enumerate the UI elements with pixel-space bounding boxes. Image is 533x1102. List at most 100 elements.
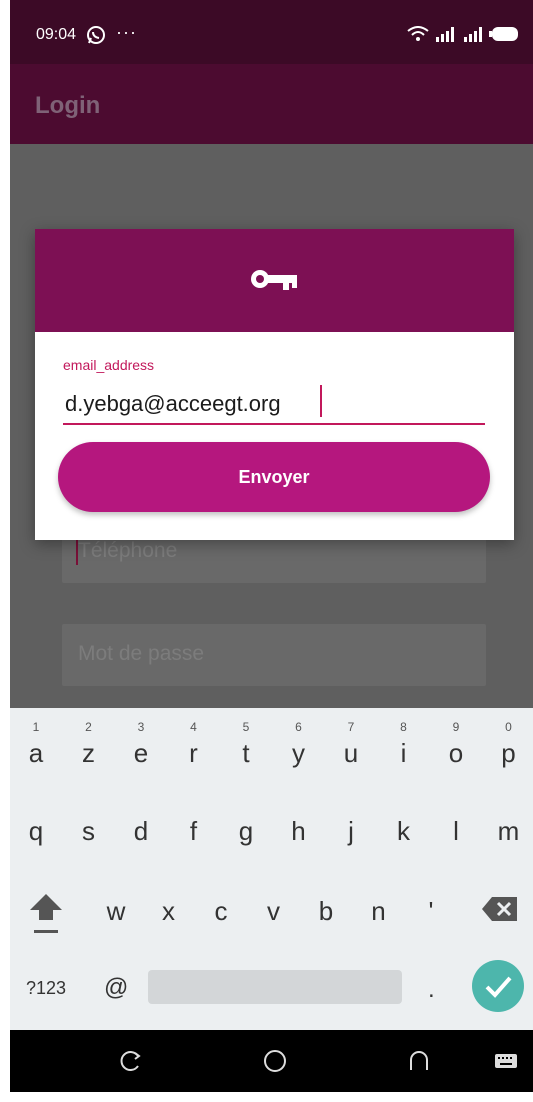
key-i[interactable]: 8i — [380, 714, 428, 784]
key-k[interactable]: k — [380, 792, 428, 862]
key-m[interactable]: m — [485, 792, 533, 862]
wifi-icon — [407, 26, 429, 41]
signal-icon — [464, 27, 482, 42]
key-label: h — [291, 816, 306, 846]
shift-icon[interactable] — [26, 890, 66, 936]
key-s[interactable]: s — [65, 792, 113, 862]
key-n[interactable]: n — [355, 872, 403, 942]
password-placeholder: Mot de passe — [78, 642, 205, 665]
home-icon[interactable] — [262, 1048, 288, 1074]
key-label: s — [82, 816, 95, 846]
key-u[interactable]: 7u — [327, 714, 375, 784]
key-o[interactable]: 9o — [432, 714, 480, 784]
key-number-hint: 2 — [85, 720, 92, 734]
key-apostrophe[interactable]: ' — [407, 872, 455, 942]
key-number-hint: 7 — [347, 720, 355, 734]
key-q[interactable]: q — [12, 792, 60, 862]
email-input[interactable] — [63, 385, 485, 425]
app-bar: Login — [10, 64, 533, 144]
key-label: n — [371, 896, 386, 926]
key-label: e — [133, 738, 149, 768]
key-label: y — [292, 738, 305, 768]
key-x[interactable]: x — [145, 872, 193, 942]
key-label: i — [400, 738, 407, 768]
key-label: k — [397, 816, 410, 846]
navigation-bar — [10, 1030, 533, 1092]
key-g[interactable]: g — [222, 792, 270, 862]
key-label: ' — [428, 896, 434, 926]
key-label: c — [214, 896, 228, 926]
whatsapp-icon — [87, 26, 105, 44]
key-w[interactable]: w — [92, 872, 140, 942]
phone-screen: 09:04 ··· Login Téléphone Mot de passe e… — [0, 0, 533, 1102]
backspace-icon[interactable] — [480, 894, 520, 924]
status-time: 09:04 — [36, 26, 77, 43]
key-number-hint: 9 — [452, 720, 460, 734]
key-e[interactable]: 3e — [117, 714, 165, 784]
key-p[interactable]: 0p — [485, 714, 533, 784]
key-number-hint: 0 — [505, 720, 512, 734]
key-d[interactable]: d — [117, 792, 165, 862]
recent-apps-icon[interactable] — [118, 1048, 144, 1074]
status-icons — [407, 26, 519, 42]
status-bar: 09:04 ··· — [10, 0, 533, 64]
email-dialog: email_address Envoyer — [35, 229, 514, 540]
key-icon — [251, 270, 297, 290]
email-field-label: email_address — [63, 357, 155, 373]
dialog-header — [35, 229, 514, 332]
page-title: Login — [35, 92, 101, 119]
space-key[interactable] — [148, 970, 402, 1004]
text-cursor — [320, 385, 322, 417]
key-z[interactable]: 2z — [65, 714, 113, 784]
key-t[interactable]: 5t — [222, 714, 270, 784]
key-a[interactable]: 1a — [12, 714, 60, 784]
key-label: o — [448, 738, 464, 768]
done-key[interactable] — [472, 960, 524, 1012]
key-b[interactable]: b — [302, 872, 350, 942]
key-label: g — [238, 816, 254, 846]
back-icon[interactable] — [406, 1048, 432, 1074]
key-label: m — [497, 816, 520, 846]
phone-placeholder: Téléphone — [78, 539, 178, 562]
key-c[interactable]: c — [197, 872, 245, 942]
key-label: x — [162, 896, 175, 926]
key-label: a — [28, 738, 44, 768]
key-label: l — [453, 816, 459, 846]
more-notifications: ··· — [116, 22, 137, 42]
keyboard-icon[interactable] — [494, 1048, 518, 1074]
key-r[interactable]: 4r — [170, 714, 218, 784]
key-number-hint: 8 — [400, 720, 407, 734]
key-number-hint: 6 — [295, 720, 302, 734]
send-button[interactable]: Envoyer — [58, 442, 490, 512]
battery-icon — [489, 27, 518, 41]
key-label: t — [242, 738, 250, 768]
key-f[interactable]: f — [170, 792, 218, 862]
key-number-hint: 3 — [137, 720, 145, 734]
key-number-hint: 5 — [242, 720, 250, 734]
symbols-key[interactable]: ?123 — [26, 978, 66, 999]
key-label: b — [318, 896, 334, 926]
key-label: w — [106, 896, 126, 926]
check-icon — [485, 976, 512, 998]
key-label: j — [348, 816, 354, 846]
key-label: p — [501, 738, 516, 768]
period-key[interactable]: . — [428, 976, 435, 1004]
on-screen-keyboard: 1a2z3e4r5t6y7u8i9o0p qsdfghjklm w x c v b n ' … — [10, 708, 533, 1030]
key-v[interactable]: v — [250, 872, 298, 942]
key-number-hint: 1 — [32, 720, 40, 734]
key-y[interactable]: 6y — [275, 714, 323, 784]
key-label: d — [133, 816, 149, 846]
key-j[interactable]: j — [327, 792, 375, 862]
key-label: q — [28, 816, 44, 846]
at-key[interactable]: @ — [104, 974, 128, 1002]
key-l[interactable]: l — [432, 792, 480, 862]
key-h[interactable]: h — [275, 792, 323, 862]
password-field[interactable]: Mot de passe — [62, 624, 486, 686]
key-label: r — [189, 738, 198, 768]
screen-frame: 09:04 ··· Login Téléphone Mot de passe e… — [10, 0, 533, 1092]
key-label: u — [343, 738, 359, 768]
key-number-hint: 4 — [190, 720, 197, 734]
key-label: v — [267, 896, 280, 926]
signal-icon — [436, 27, 454, 42]
key-label: z — [82, 738, 95, 768]
